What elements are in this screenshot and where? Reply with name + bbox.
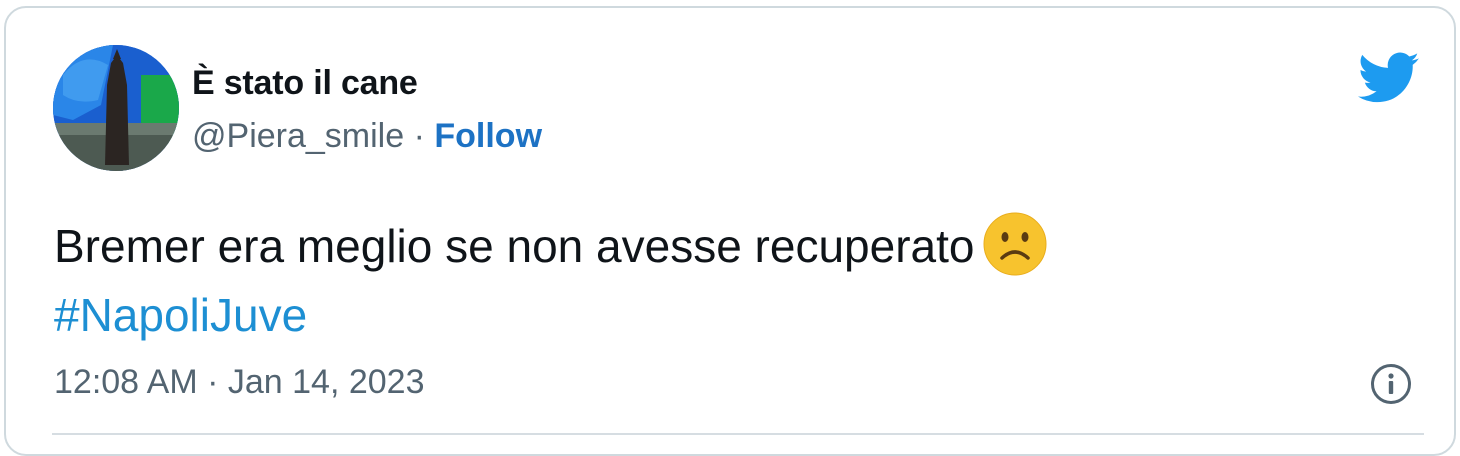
follow-link[interactable]: Follow bbox=[434, 117, 542, 155]
hashtag-link[interactable]: #NapoliJuve bbox=[54, 289, 307, 341]
display-name[interactable]: È stato il cane bbox=[192, 64, 418, 103]
tweet-timestamp[interactable]: 12:08 AM · Jan 14, 2023 bbox=[54, 363, 424, 402]
separator-dot: · bbox=[413, 117, 425, 155]
avatar[interactable] bbox=[53, 45, 179, 171]
frowning-face-emoji bbox=[983, 212, 1047, 276]
handle-row: @Piera_smile · Follow bbox=[192, 117, 542, 156]
avatar-image bbox=[53, 45, 179, 171]
tweet-body: Bremer era meglio se non avesse recupera… bbox=[54, 220, 975, 272]
user-handle[interactable]: @Piera_smile bbox=[192, 117, 404, 155]
tweet-text: Bremer era meglio se non avesse recupera… bbox=[54, 212, 1048, 347]
info-icon[interactable] bbox=[1369, 362, 1413, 406]
twitter-bird-icon[interactable] bbox=[1358, 52, 1420, 104]
tweet-card[interactable]: È stato il cane @Piera_smile · Follow Br… bbox=[4, 6, 1456, 456]
divider bbox=[52, 433, 1424, 435]
